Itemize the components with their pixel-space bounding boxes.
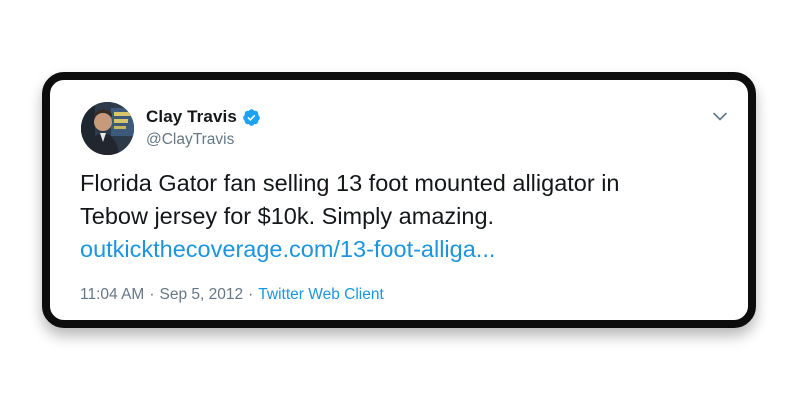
chevron-down-icon (713, 112, 727, 120)
author-row[interactable]: Clay Travis (146, 107, 261, 127)
tweet-text-line-1: Florida Gator fan selling 13 foot mounte… (80, 170, 620, 196)
meta-separator: · (149, 286, 155, 303)
tweet-text: Florida Gator fan selling 13 foot mounte… (80, 167, 720, 266)
tweet-menu-button[interactable] (708, 104, 732, 128)
tweet-card: Clay Travis @ClayTravis Florida Gator fa… (42, 72, 756, 328)
verified-badge-icon (242, 108, 261, 127)
tweet-time[interactable]: 11:04 AM (80, 286, 144, 304)
tweet-text-line-2: Tebow jersey for $10k. Simply amazing. (80, 203, 495, 229)
handle[interactable]: @ClayTravis (146, 131, 234, 149)
tweet-client-link[interactable]: Twitter Web Client (258, 286, 383, 304)
tweet-meta: 11:04 AM · Sep 5, 2012 · Twitter Web Cli… (80, 286, 384, 304)
avatar[interactable] (81, 102, 134, 155)
display-name[interactable]: Clay Travis (146, 107, 237, 127)
meta-separator: · (248, 286, 254, 303)
tweet-link[interactable]: outkickthecoverage.com/13-foot-alliga... (80, 236, 495, 262)
tweet-date[interactable]: Sep 5, 2012 (160, 286, 244, 304)
avatar-image (81, 102, 134, 155)
